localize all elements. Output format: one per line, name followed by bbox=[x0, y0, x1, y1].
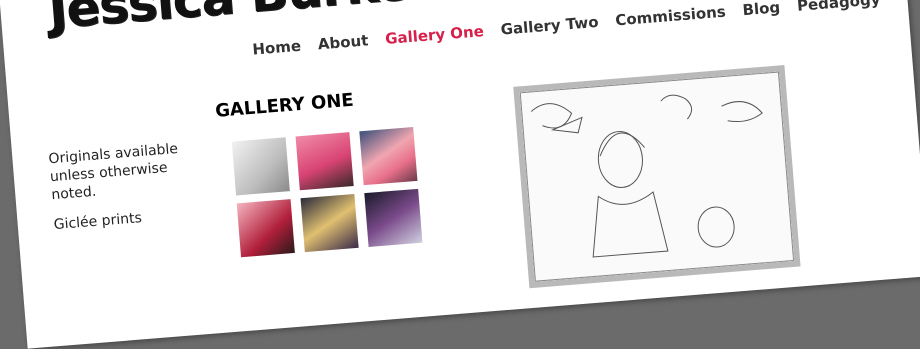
featured-artwork[interactable] bbox=[513, 65, 801, 289]
thumbnail-4[interactable] bbox=[236, 199, 295, 258]
foliage-sketch bbox=[660, 94, 693, 120]
nav-blog[interactable]: Blog bbox=[742, 0, 781, 19]
artwork-drawing bbox=[530, 94, 763, 258]
leaf-sketch-1 bbox=[530, 103, 573, 129]
sidebar: Originals available unless otherwise not… bbox=[48, 138, 205, 246]
nav-pedagogy[interactable]: Pedagogy bbox=[796, 0, 881, 15]
nav-commissions[interactable]: Commissions bbox=[615, 3, 727, 30]
nav-home[interactable]: Home bbox=[252, 37, 302, 59]
thumbnail-3[interactable] bbox=[359, 127, 418, 186]
portrait-body bbox=[592, 191, 669, 258]
bird-sketch-right bbox=[721, 101, 763, 123]
nav-gallery-one[interactable]: Gallery One bbox=[384, 22, 484, 48]
thumbnail-2[interactable] bbox=[295, 132, 354, 191]
originals-note: Originals available unless otherwise not… bbox=[47, 140, 179, 204]
nav-about[interactable]: About bbox=[317, 31, 369, 53]
second-figure-head bbox=[697, 206, 735, 248]
portrait-head bbox=[597, 131, 643, 188]
thumbnail-grid bbox=[231, 126, 431, 258]
nav-gallery-two[interactable]: Gallery Two bbox=[500, 13, 599, 39]
web-page: Jessica Burke Home About Gallery One Gal… bbox=[0, 0, 920, 349]
gallery-heading: GALLERY ONE bbox=[214, 89, 355, 122]
thumbnail-6[interactable] bbox=[364, 188, 423, 247]
prints-note: Giclée prints bbox=[53, 210, 143, 234]
thumbnail-5[interactable] bbox=[300, 193, 359, 253]
thumbnail-1[interactable] bbox=[231, 137, 290, 196]
